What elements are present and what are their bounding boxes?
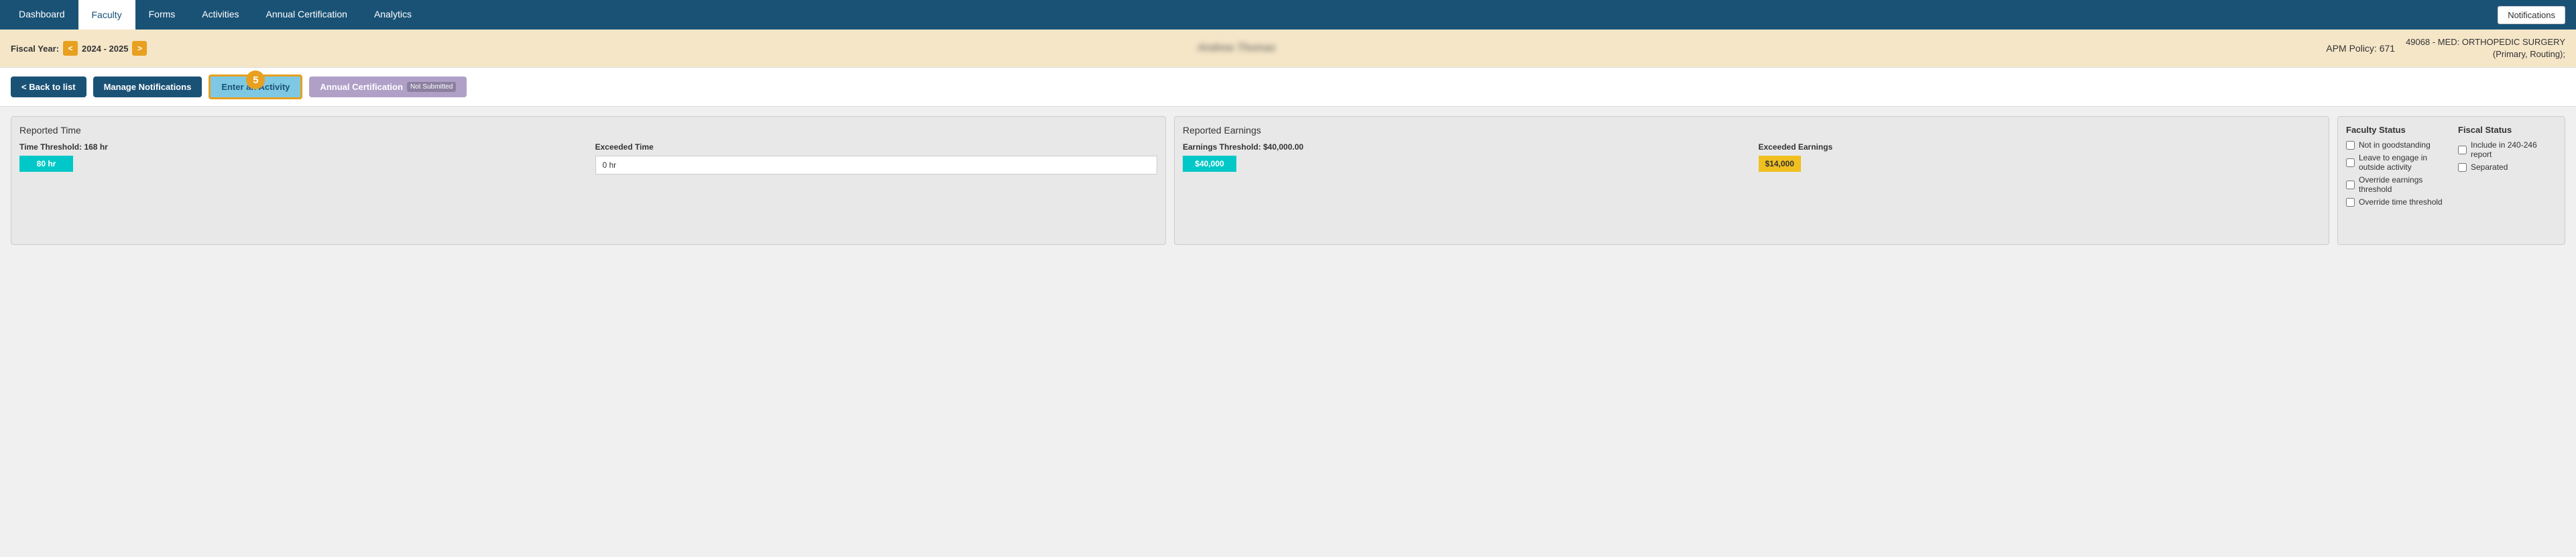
time-exceeded-col: Exceeded Time 0 hr: [595, 142, 1158, 174]
back-to-list-button[interactable]: < Back to list: [11, 77, 86, 97]
reported-time-panel: Reported Time Time Threshold: 168 hr 80 …: [11, 116, 1166, 245]
faculty-name: Andrew Thomas: [158, 42, 2315, 54]
earnings-bar-filled: $40,000: [1183, 156, 1236, 172]
fiscal-status-title: Fiscal Status: [2458, 125, 2557, 135]
nav-annual-certification[interactable]: Annual Certification: [253, 0, 361, 30]
time-threshold-label: Time Threshold: 168 hr: [19, 142, 582, 152]
time-exceeded-bar: 0 hr: [595, 156, 1158, 174]
earnings-exceeded-value: $14,000: [1759, 156, 1801, 172]
fiscal-status-item-0: Include in 240-246 report: [2458, 140, 2557, 159]
nav-activities[interactable]: Activities: [188, 0, 252, 30]
earnings-exceeded-col: Exceeded Earnings $14,000: [1759, 142, 2321, 172]
faculty-status-label-2: Override earnings threshold: [2359, 175, 2445, 194]
fiscal-status-label-1: Separated: [2471, 162, 2508, 172]
time-bar-filled: 80 hr: [19, 156, 73, 172]
enter-activity-wrapper: 5 Enter an Activity: [209, 74, 302, 99]
main-content: Reported Time Time Threshold: 168 hr 80 …: [0, 107, 2576, 254]
apm-policy: APM Policy: 671: [2326, 43, 2395, 54]
nav-forms[interactable]: Forms: [135, 0, 189, 30]
fiscal-status-section: Fiscal Status Include in 240-246 report …: [2458, 125, 2557, 236]
faculty-status-item-0: Not in goodstanding: [2346, 140, 2445, 150]
department-line2: (Primary, Routing);: [2406, 48, 2565, 60]
department-line1: 49068 - MED: ORTHOPEDIC SURGERY: [2406, 36, 2565, 48]
fiscal-status-item-1: Separated: [2458, 162, 2557, 172]
earnings-threshold-row: Earnings Threshold: $40,000.00 $40,000 E…: [1183, 142, 2321, 172]
earnings-exceeded-label: Exceeded Earnings: [1759, 142, 2321, 152]
faculty-status-checkbox-2[interactable]: [2346, 181, 2355, 189]
fiscal-year-label: Fiscal Year:: [11, 44, 59, 54]
faculty-status-label-3: Override time threshold: [2359, 197, 2443, 207]
fiscal-year-group: Fiscal Year: < 2024 - 2025 >: [11, 41, 147, 56]
faculty-status-item-3: Override time threshold: [2346, 197, 2445, 207]
header-row: Fiscal Year: < 2024 - 2025 > Andrew Thom…: [0, 30, 2576, 68]
time-threshold-col: Time Threshold: 168 hr 80 hr: [19, 142, 582, 172]
annual-certification-button[interactable]: Annual Certification Not Submitted: [309, 77, 467, 97]
fiscal-status-checkbox-0[interactable]: [2458, 146, 2467, 154]
time-bar: 80 hr: [19, 156, 582, 172]
department-info: 49068 - MED: ORTHOPEDIC SURGERY (Primary…: [2406, 36, 2565, 60]
faculty-status-label-1: Leave to engage in outside activity: [2359, 153, 2445, 172]
faculty-status-item-2: Override earnings threshold: [2346, 175, 2445, 194]
manage-notifications-button[interactable]: Manage Notifications: [93, 77, 202, 97]
earnings-bar: $40,000: [1183, 156, 1745, 172]
faculty-status-section: Faculty Status Not in goodstanding Leave…: [2346, 125, 2445, 236]
faculty-status-label-0: Not in goodstanding: [2359, 140, 2431, 150]
notifications-button[interactable]: Notifications: [2498, 6, 2565, 24]
reported-time-title: Reported Time: [19, 125, 1157, 136]
reported-earnings-title: Reported Earnings: [1183, 125, 2321, 136]
faculty-fiscal-panel: Faculty Status Not in goodstanding Leave…: [2337, 116, 2565, 245]
nav-analytics[interactable]: Analytics: [361, 0, 425, 30]
badge-number: 5: [246, 70, 265, 89]
action-row: < Back to list Manage Notifications 5 En…: [0, 68, 2576, 107]
faculty-status-title: Faculty Status: [2346, 125, 2445, 135]
faculty-status-item-1: Leave to engage in outside activity: [2346, 153, 2445, 172]
annual-cert-label: Annual Certification: [320, 82, 403, 92]
fiscal-status-checkbox-1[interactable]: [2458, 163, 2467, 172]
not-submitted-badge: Not Submitted: [407, 82, 456, 92]
earnings-exceeded-bar: $14,000: [1759, 156, 2321, 172]
earnings-threshold-label: Earnings Threshold: $40,000.00: [1183, 142, 1745, 152]
faculty-status-checkbox-3[interactable]: [2346, 198, 2355, 207]
navbar: Dashboard Faculty Forms Activities Annua…: [0, 0, 2576, 30]
nav-dashboard[interactable]: Dashboard: [5, 0, 78, 30]
year-range: 2024 - 2025: [82, 44, 128, 54]
earnings-threshold-col: Earnings Threshold: $40,000.00 $40,000: [1183, 142, 1745, 172]
prev-year-button[interactable]: <: [63, 41, 78, 56]
reported-earnings-panel: Reported Earnings Earnings Threshold: $4…: [1174, 116, 2329, 245]
fiscal-status-label-0: Include in 240-246 report: [2471, 140, 2557, 159]
nav-faculty[interactable]: Faculty: [78, 0, 135, 30]
faculty-status-checkbox-0[interactable]: [2346, 141, 2355, 150]
time-exceeded-label: Exceeded Time: [595, 142, 1158, 152]
faculty-status-checkbox-1[interactable]: [2346, 158, 2355, 167]
time-exceeded-value: 0 hr: [595, 156, 1158, 174]
time-threshold-row: Time Threshold: 168 hr 80 hr Exceeded Ti…: [19, 142, 1157, 174]
next-year-button[interactable]: >: [132, 41, 147, 56]
